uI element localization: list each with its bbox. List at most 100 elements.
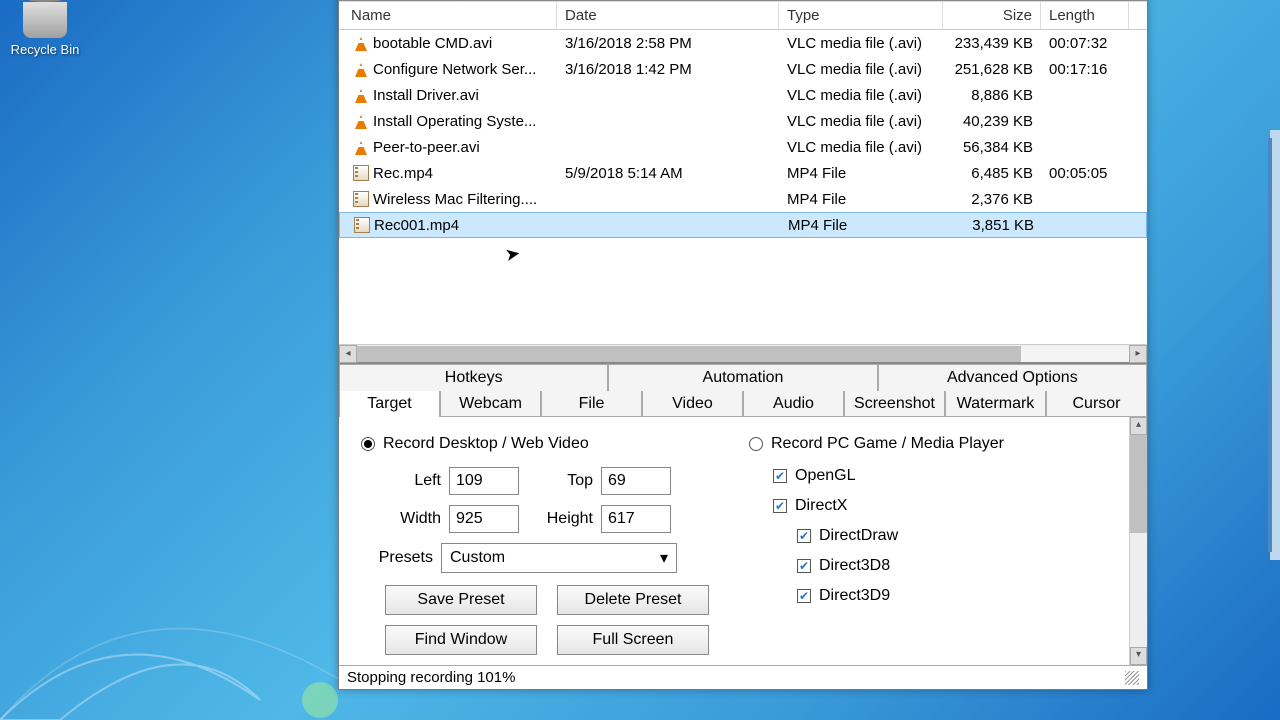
- col-name[interactable]: Name: [339, 2, 557, 29]
- file-size: 233,439 KB: [943, 35, 1041, 52]
- h-scroll-track[interactable]: [357, 346, 1129, 362]
- height-input[interactable]: [601, 505, 671, 533]
- file-type: VLC media file (.avi): [779, 87, 943, 104]
- tab-webcam[interactable]: Webcam: [440, 391, 541, 417]
- left-label: Left: [385, 472, 441, 490]
- directx-checkbox[interactable]: DirectX: [773, 497, 1117, 515]
- toolbar: ▾: [339, 0, 1147, 2]
- file-type: MP4 File: [779, 191, 943, 208]
- file-row[interactable]: Rec001.mp4MP4 File3,851 KB: [339, 212, 1147, 238]
- file-header-row: Name Date Type Size Length: [339, 2, 1147, 30]
- tab-automation[interactable]: Automation: [608, 364, 877, 391]
- opengl-checkbox[interactable]: OpenGL: [773, 467, 1117, 485]
- file-length: 00:07:32: [1041, 35, 1129, 52]
- h-scrollbar[interactable]: ◂ ▸: [339, 344, 1147, 362]
- record-game-radio[interactable]: Record PC Game / Media Player: [749, 435, 1117, 453]
- v-scroll-track[interactable]: [1130, 435, 1147, 647]
- file-row[interactable]: Wireless Mac Filtering....MP4 File2,376 …: [339, 186, 1147, 212]
- chevron-down-icon: ▾: [660, 548, 668, 568]
- tab-video[interactable]: Video: [642, 391, 743, 417]
- col-length[interactable]: Length: [1041, 2, 1129, 29]
- status-text: Stopping recording 101%: [347, 669, 515, 686]
- file-list[interactable]: bootable CMD.avi3/16/2018 2:58 PMVLC med…: [339, 30, 1147, 344]
- vlc-icon: [353, 139, 369, 155]
- presets-value: Custom: [450, 549, 505, 567]
- directdraw-checkbox[interactable]: DirectDraw: [797, 527, 1117, 545]
- file-size: 56,384 KB: [943, 139, 1041, 156]
- tab-watermark[interactable]: Watermark: [945, 391, 1046, 417]
- top-input[interactable]: [601, 467, 671, 495]
- presets-label: Presets: [371, 549, 433, 567]
- background-window-edge-inner: [1268, 138, 1272, 552]
- col-date[interactable]: Date: [557, 2, 779, 29]
- width-label: Width: [385, 510, 441, 528]
- record-desktop-radio[interactable]: Record Desktop / Web Video: [361, 435, 709, 453]
- top-label: Top: [537, 472, 593, 490]
- tab-screenshot[interactable]: Screenshot: [844, 391, 945, 417]
- file-type: VLC media file (.avi): [779, 113, 943, 130]
- scroll-down-icon[interactable]: ▾: [1130, 647, 1147, 665]
- full-screen-button[interactable]: Full Screen: [557, 625, 709, 655]
- h-scroll-thumb[interactable]: [357, 346, 1021, 362]
- col-size[interactable]: Size: [943, 2, 1041, 29]
- file-name: Peer-to-peer.avi: [373, 139, 480, 156]
- save-preset-button[interactable]: Save Preset: [385, 585, 537, 615]
- mp4-icon: [353, 165, 369, 181]
- file-row[interactable]: Rec.mp45/9/2018 5:14 AMMP4 File6,485 KB0…: [339, 160, 1147, 186]
- presets-select[interactable]: Custom ▾: [441, 543, 677, 573]
- left-input[interactable]: [449, 467, 519, 495]
- vlc-icon: [353, 113, 369, 129]
- record-desktop-label: Record Desktop / Web Video: [383, 435, 589, 453]
- settings-pane: HotkeysAutomationAdvanced Options Target…: [339, 364, 1147, 665]
- checkbox-on-icon: [797, 559, 811, 573]
- scroll-right-icon[interactable]: ▸: [1129, 345, 1147, 363]
- file-type: VLC media file (.avi): [779, 61, 943, 78]
- file-name: bootable CMD.avi: [373, 35, 492, 52]
- mp4-icon: [354, 217, 370, 233]
- checkbox-on-icon: [773, 499, 787, 513]
- file-row[interactable]: Configure Network Ser... 3/16/2018 1:42 P…: [339, 56, 1147, 82]
- tab-hotkeys[interactable]: Hotkeys: [339, 364, 608, 391]
- d3d8-checkbox[interactable]: Direct3D8: [797, 557, 1117, 575]
- tab-cursor[interactable]: Cursor: [1046, 391, 1147, 417]
- status-bar: Stopping recording 101%: [339, 665, 1147, 689]
- d3d9-checkbox[interactable]: Direct3D9: [797, 587, 1117, 605]
- delete-preset-button[interactable]: Delete Preset: [557, 585, 709, 615]
- width-input[interactable]: [449, 505, 519, 533]
- height-label: Height: [537, 510, 593, 528]
- file-length: 00:05:05: [1041, 165, 1129, 182]
- chevron-down-icon[interactable]: ▾: [455, 0, 460, 4]
- file-type: MP4 File: [779, 165, 943, 182]
- tab-audio[interactable]: Audio: [743, 391, 844, 417]
- recycle-bin-label: Recycle Bin: [2, 42, 88, 57]
- file-row[interactable]: Install Driver.aviVLC media file (.avi)8…: [339, 82, 1147, 108]
- tab-target[interactable]: Target: [339, 391, 440, 417]
- tab-file[interactable]: File: [541, 391, 642, 417]
- file-name: Rec.mp4: [373, 165, 433, 182]
- v-scrollbar[interactable]: ▴ ▾: [1129, 417, 1147, 665]
- file-length: 00:17:16: [1041, 61, 1129, 78]
- file-type: VLC media file (.avi): [779, 35, 943, 52]
- find-window-button[interactable]: Find Window: [385, 625, 537, 655]
- radio-off-icon: [749, 437, 763, 451]
- scroll-up-icon[interactable]: ▴: [1130, 417, 1147, 435]
- file-name: Configure Network Ser...: [373, 61, 536, 78]
- scroll-left-icon[interactable]: ◂: [339, 345, 357, 363]
- file-row[interactable]: Peer-to-peer.aviVLC media file (.avi)56,…: [339, 134, 1147, 160]
- file-size: 251,628 KB: [943, 61, 1041, 78]
- checkbox-on-icon: [797, 529, 811, 543]
- v-scroll-thumb[interactable]: [1130, 435, 1147, 533]
- file-size: 40,239 KB: [943, 113, 1041, 130]
- mp4-icon: [353, 191, 369, 207]
- file-size: 2,376 KB: [943, 191, 1041, 208]
- col-type[interactable]: Type: [779, 2, 943, 29]
- recycle-bin[interactable]: Recycle Bin: [2, 2, 88, 57]
- file-date: 3/16/2018 1:42 PM: [557, 61, 779, 78]
- file-row[interactable]: bootable CMD.avi3/16/2018 2:58 PMVLC med…: [339, 30, 1147, 56]
- resize-grip-icon[interactable]: [1125, 671, 1139, 685]
- tab-advanced-options[interactable]: Advanced Options: [878, 364, 1147, 391]
- file-name: Rec001.mp4: [374, 217, 459, 234]
- tabs-bottom: TargetWebcamFileVideoAudioScreenshotWate…: [339, 391, 1147, 417]
- file-size: 3,851 KB: [944, 217, 1042, 234]
- file-row[interactable]: Install Operating Syste...VLC media file…: [339, 108, 1147, 134]
